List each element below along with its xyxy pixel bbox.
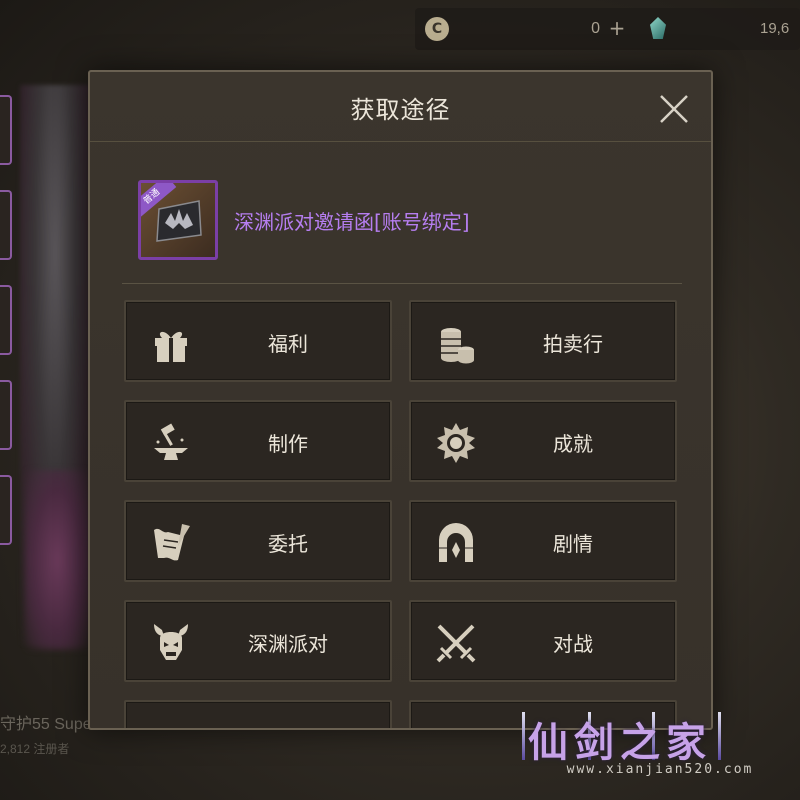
dialog-title: 获取途径 [350, 96, 451, 124]
close-icon [660, 95, 688, 123]
source-label: 福利 [268, 332, 308, 356]
add-currency-button[interactable]: + [606, 17, 628, 39]
equipment-slot[interactable] [0, 475, 12, 545]
equipment-slot[interactable] [0, 95, 12, 165]
source-label: 剧情 [553, 532, 593, 556]
equipment-slot[interactable] [0, 285, 12, 355]
coin-icon: C [425, 17, 449, 41]
watermark-sword-icon [522, 712, 525, 760]
source-button-welfare[interactable]: 福利 [124, 300, 392, 382]
source-label: 制作 [268, 432, 308, 456]
source-label: 深渊派对 [248, 632, 328, 656]
source-button-auction-house[interactable]: 拍卖行 [409, 300, 677, 382]
source-button-abyss-party[interactable]: 深渊派对 [124, 600, 392, 682]
source-label: 成就 [553, 432, 593, 456]
character-model-lower [25, 470, 90, 650]
source-button-achievement[interactable]: 成就 [409, 400, 677, 482]
close-button[interactable] [657, 92, 691, 126]
item-row: 普通 深渊派对邀请函[账号绑定] [138, 180, 698, 260]
source-label: 拍卖行 [543, 332, 603, 356]
acquisition-dialog: 获取途径 普通 深渊派对邀请函[账号绑定] 福利 拍卖行 制作 成就 委托 剧情… [88, 70, 713, 730]
character-subtext: 2,812 注册者 [0, 742, 70, 756]
item-name: 深渊派对邀请函[账号绑定] [234, 210, 470, 234]
watermark-url: www.xianjian520.com [566, 762, 754, 777]
source-label: 委托 [268, 532, 308, 556]
source-button-commission[interactable]: 委托 [124, 500, 392, 582]
source-label: 对战 [553, 632, 593, 656]
divider [122, 283, 682, 284]
equipment-slot[interactable] [0, 190, 12, 260]
source-button-crafting[interactable]: 制作 [124, 400, 392, 482]
invitation-card-icon [156, 200, 202, 242]
source-button-battle[interactable]: 对战 [409, 600, 677, 682]
invitation-item-icon[interactable]: 普通 [138, 180, 218, 260]
source-button-more[interactable] [124, 700, 392, 728]
coin-value: 0 [591, 20, 600, 37]
source-button-story[interactable]: 剧情 [409, 500, 677, 582]
watermark-logo: 仙剑之家 [528, 720, 712, 766]
gem-value: 19,6 [760, 20, 790, 37]
equipment-slot[interactable] [0, 380, 12, 450]
dialog-header: 获取途径 [90, 72, 711, 142]
